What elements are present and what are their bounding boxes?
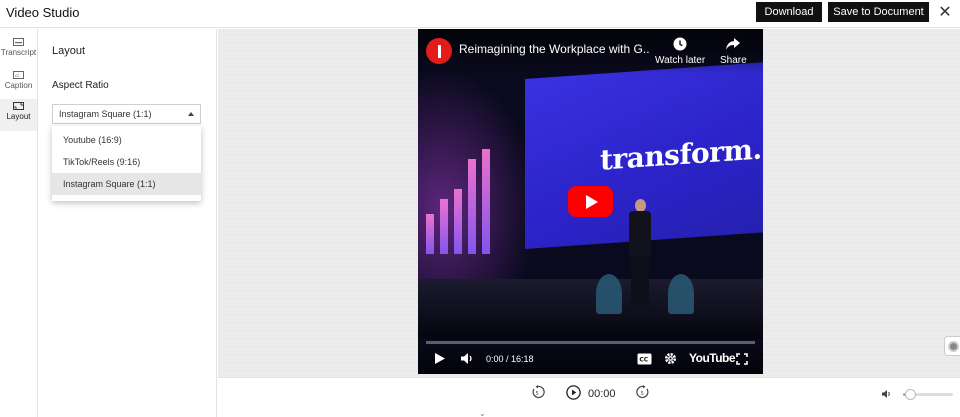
aspect-ratio-select[interactable]: Instagram Square (1:1) bbox=[52, 104, 201, 124]
stage-floor bbox=[418, 279, 763, 339]
playback-bar: 5 00:00 5 bbox=[218, 377, 960, 409]
play-icon[interactable] bbox=[434, 352, 446, 365]
clock-icon bbox=[673, 37, 687, 51]
stage-glow bbox=[418, 69, 538, 299]
svg-text:cc: cc bbox=[15, 73, 19, 78]
stage-light-bar bbox=[482, 149, 490, 254]
video-player[interactable]: transform. Reimagining the Workplace wit… bbox=[418, 29, 763, 374]
stage-screen-text: transform. bbox=[600, 132, 762, 177]
stage-light-bar bbox=[454, 189, 462, 254]
captions-icon[interactable]: CC bbox=[637, 353, 652, 365]
settings-gear-icon[interactable] bbox=[664, 352, 677, 365]
stage-light-bar bbox=[468, 159, 476, 254]
progress-bar[interactable] bbox=[426, 341, 755, 344]
aspect-ratio-selected-value: Instagram Square (1:1) bbox=[59, 109, 152, 119]
caption-icon: cc bbox=[13, 71, 24, 79]
youtube-top-bar: Reimagining the Workplace with G... Watc… bbox=[418, 29, 763, 75]
stage-plant bbox=[668, 274, 694, 314]
aspect-ratio-label: Aspect Ratio bbox=[52, 80, 109, 91]
app-title: Video Studio bbox=[6, 5, 80, 20]
transcript-icon bbox=[13, 38, 24, 46]
video-title[interactable]: Reimagining the Workplace with G... bbox=[459, 42, 649, 56]
layout-icon bbox=[13, 102, 24, 110]
left-rail: Transcript cc Caption Layout bbox=[0, 29, 38, 417]
volume-slider-thumb[interactable] bbox=[905, 389, 916, 400]
share-icon bbox=[726, 38, 741, 50]
svg-text:5: 5 bbox=[641, 391, 644, 397]
close-icon: ✕ bbox=[938, 4, 952, 21]
rail-item-label: Layout bbox=[6, 112, 31, 121]
side-panel-toggle[interactable] bbox=[944, 336, 960, 356]
volume-icon[interactable] bbox=[881, 389, 892, 399]
rail-item-transcript[interactable]: Transcript bbox=[0, 35, 37, 67]
channel-avatar[interactable] bbox=[426, 38, 452, 64]
video-studio-app: Video Studio Download Save to Document ✕… bbox=[0, 0, 960, 417]
chevron-down-icon[interactable]: ⌄ bbox=[479, 409, 486, 417]
caret-up-icon bbox=[188, 112, 194, 116]
option-tiktok-reels[interactable]: TikTok/Reels (9:16) bbox=[52, 151, 201, 173]
play-circle-icon[interactable] bbox=[566, 385, 581, 400]
share-label: Share bbox=[720, 55, 747, 66]
rewind-5-icon[interactable]: 5 bbox=[531, 385, 545, 399]
volume-slider[interactable] bbox=[903, 389, 953, 400]
aspect-ratio-dropdown: Youtube (16:9) TikTok/Reels (9:16) Insta… bbox=[52, 126, 201, 201]
rail-item-layout[interactable]: Layout bbox=[0, 99, 37, 131]
watch-later-label: Watch later bbox=[655, 55, 706, 66]
stage-plant bbox=[596, 274, 622, 314]
volume-icon[interactable] bbox=[460, 352, 474, 365]
header-bar: Video Studio Download Save to Document ✕ bbox=[0, 0, 960, 28]
fullscreen-icon[interactable] bbox=[736, 353, 748, 365]
youtube-control-bar: 0:00 / 16:18 CC YouTube bbox=[418, 334, 763, 374]
save-to-document-button[interactable]: Save to Document bbox=[828, 2, 929, 22]
speaker-figure bbox=[626, 199, 654, 309]
preview-canvas: transform. Reimagining the Workplace wit… bbox=[218, 29, 960, 377]
big-play-button[interactable] bbox=[568, 186, 613, 217]
stage-light-bar bbox=[426, 214, 434, 254]
svg-text:CC: CC bbox=[639, 357, 648, 364]
watch-later-button[interactable]: Watch later bbox=[655, 37, 705, 66]
forward-5-icon[interactable]: 5 bbox=[636, 385, 650, 399]
svg-text:5: 5 bbox=[536, 391, 539, 397]
rail-item-label: Transcript bbox=[0, 48, 37, 57]
video-time-display: 0:00 / 16:18 bbox=[486, 354, 534, 364]
option-youtube[interactable]: Youtube (16:9) bbox=[52, 129, 201, 151]
download-button[interactable]: Download bbox=[756, 2, 822, 22]
play-icon bbox=[586, 194, 598, 209]
knob-icon bbox=[947, 340, 959, 352]
share-button[interactable]: Share bbox=[720, 37, 747, 66]
panel-title: Layout bbox=[52, 45, 86, 57]
youtube-logo[interactable]: YouTube bbox=[689, 351, 736, 365]
playback-time: 00:00 bbox=[588, 388, 616, 400]
close-button[interactable]: ✕ bbox=[936, 3, 954, 21]
rail-item-label: Caption bbox=[4, 81, 33, 90]
option-instagram-square[interactable]: Instagram Square (1:1) bbox=[52, 173, 201, 195]
stage-light-bar bbox=[440, 199, 448, 254]
rail-item-caption[interactable]: cc Caption bbox=[0, 68, 37, 100]
layout-panel: Layout Aspect Ratio Instagram Square (1:… bbox=[39, 29, 217, 417]
